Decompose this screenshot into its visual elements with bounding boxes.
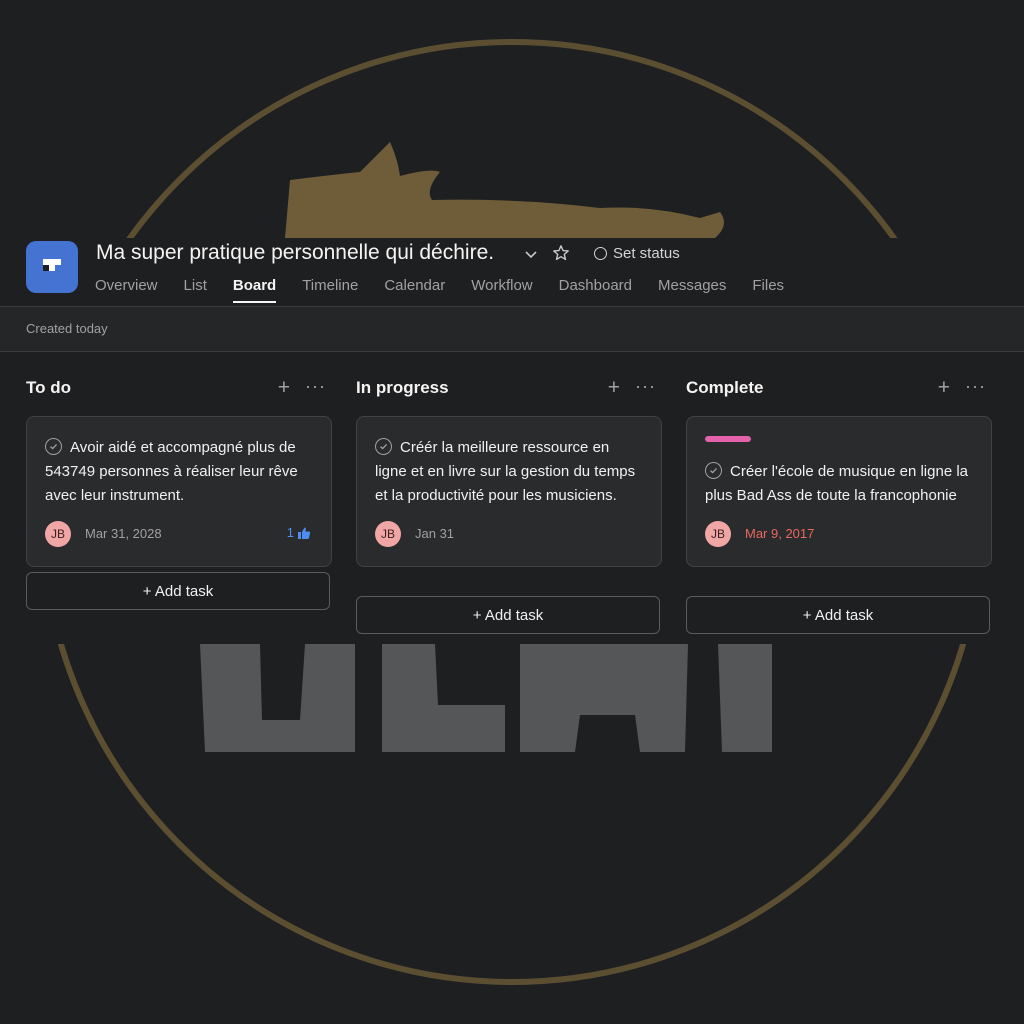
task-text-row: Avoir aidé et accompagné plus de 543749 … [45,436,313,508]
task-meta: JB Jan 31 [375,521,643,547]
tab-board[interactable]: Board [232,277,277,303]
set-status-label: Set status [613,245,680,262]
board-icon [43,259,61,271]
board-column-complete: Complete + ··· Créer l'école de musique … [686,376,992,634]
column-header: Complete + ··· [686,376,992,402]
due-date[interactable]: Jan 31 [415,526,454,541]
add-icon[interactable]: + [938,376,950,400]
add-task-button[interactable]: + Add task [686,596,990,634]
task-meta: JB Mar 9, 2017 [705,521,973,547]
due-date[interactable]: Mar 9, 2017 [745,526,814,541]
column-header: In progress + ··· [356,376,662,402]
task-name: Avoir aidé et accompagné plus de 543749 … [45,439,298,504]
project-title[interactable]: Ma super pratique personnelle qui déchir… [96,241,494,265]
tab-files[interactable]: Files [752,277,784,302]
more-options-icon[interactable]: ··· [305,376,326,397]
column-title: To do [26,378,71,397]
tab-overview[interactable]: Overview [95,277,158,302]
column-title: Complete [686,378,764,397]
project-header: Ma super pratique personnelle qui déchir… [0,238,1024,307]
add-task-button[interactable]: + Add task [26,572,330,610]
add-task-button[interactable]: + Add task [356,596,660,634]
due-date[interactable]: Mar 31, 2028 [85,526,162,541]
check-circle-icon[interactable] [45,438,62,455]
project-icon[interactable] [26,241,78,293]
tab-list[interactable]: List [184,277,207,302]
add-icon[interactable]: + [608,376,620,400]
add-icon[interactable]: + [278,376,290,400]
task-meta: JB Mar 31, 2028 1 [45,521,313,547]
more-options-icon[interactable]: ··· [965,376,986,397]
thumbs-up-icon [298,527,311,539]
created-label: Created today [26,321,108,336]
task-card[interactable]: Créér la meilleure ressource en ligne et… [356,416,662,567]
task-name: Créér la meilleure ressource en ligne et… [375,439,636,504]
avatar[interactable]: JB [705,521,731,547]
project-board-panel: Ma super pratique personnelle qui déchir… [0,238,1024,644]
task-card[interactable]: Créer l'école de musique en ligne la plu… [686,416,992,567]
column-title: In progress [356,378,449,397]
board-column-todo: To do + ··· Avoir aidé et accompagné plu… [26,376,332,610]
board-column-in-progress: In progress + ··· Créér la meilleure res… [356,376,662,634]
set-status-button[interactable]: Set status [594,245,680,262]
column-header: To do + ··· [26,376,332,402]
tab-calendar[interactable]: Calendar [384,277,445,302]
tag-bar [705,436,751,442]
task-name: Créer l'école de musique en ligne la plu… [705,463,969,504]
avatar[interactable]: JB [45,521,71,547]
check-circle-icon[interactable] [705,462,722,479]
check-circle-icon[interactable] [375,438,392,455]
tab-messages[interactable]: Messages [658,277,726,302]
task-text-row: Créer l'école de musique en ligne la plu… [705,460,973,508]
project-tabs: Overview List Board Timeline Calendar Wo… [95,277,810,303]
tab-workflow[interactable]: Workflow [471,277,532,302]
tab-timeline[interactable]: Timeline [302,277,358,302]
task-text-row: Créér la meilleure ressource en ligne et… [375,436,643,508]
task-card[interactable]: Avoir aidé et accompagné plus de 543749 … [26,416,332,567]
avatar[interactable]: JB [375,521,401,547]
like-count: 1 [286,525,294,540]
tab-dashboard[interactable]: Dashboard [559,277,632,302]
status-circle-icon [594,247,607,260]
more-options-icon[interactable]: ··· [635,376,656,397]
star-icon[interactable] [552,244,570,262]
project-subheader: Created today [0,307,1024,352]
chevron-down-icon[interactable] [523,246,539,262]
like-button[interactable]: 1 [287,525,311,540]
